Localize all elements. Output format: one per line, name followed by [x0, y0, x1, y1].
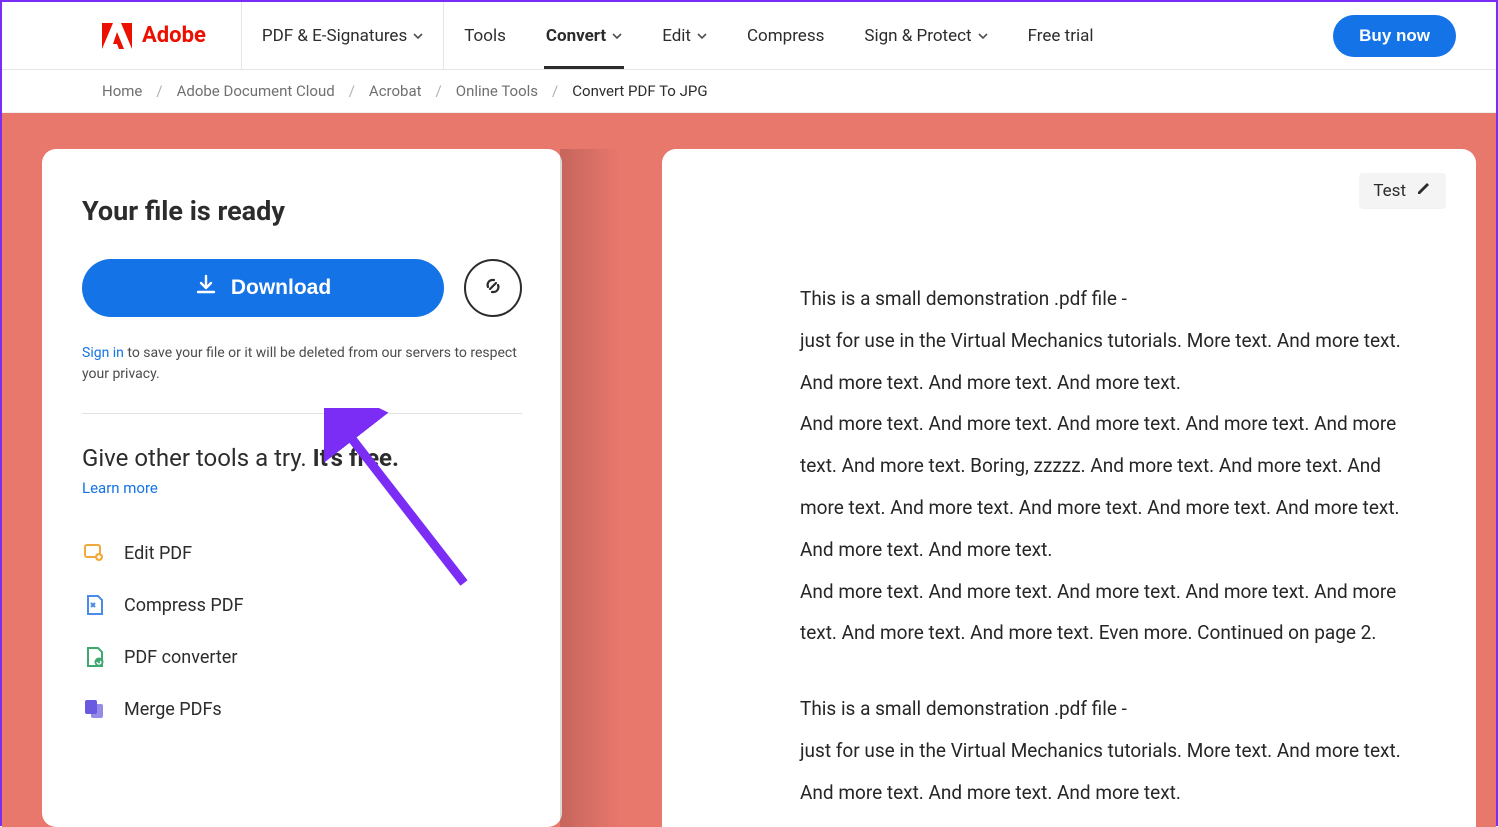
signin-note: Sign in to save your file or it will be … [82, 343, 522, 385]
filename-chip[interactable]: Test [1359, 173, 1446, 208]
brand[interactable]: Adobe [102, 2, 242, 70]
nav-tools[interactable]: Tools [443, 2, 526, 69]
crumb-separator: / [156, 82, 162, 100]
crumb-online-tools[interactable]: Online Tools [456, 82, 538, 100]
doc-line: And more text. And more text. And more t… [800, 571, 1420, 655]
crumb-separator: / [349, 82, 355, 100]
crumb-acrobat[interactable]: Acrobat [369, 82, 422, 100]
doc-line: And more text. And more text. And more t… [800, 403, 1420, 570]
nav-convert[interactable]: Convert [526, 2, 642, 69]
nav-compress[interactable]: Compress [727, 2, 844, 69]
crumb-doc-cloud[interactable]: Adobe Document Cloud [177, 82, 335, 100]
crumb-separator: / [552, 82, 558, 100]
result-panel: Your file is ready Download Sign in to s… [42, 149, 562, 827]
signin-link[interactable]: Sign in [82, 345, 124, 361]
document-preview: This is a small demonstration .pdf file … [800, 278, 1420, 814]
chevron-down-icon [978, 31, 988, 41]
tool-compress-pdf[interactable]: Compress PDF [82, 579, 522, 631]
nav-items: PDF & E-Signatures Tools Convert Edit Co… [242, 2, 1114, 69]
tool-label: PDF converter [124, 647, 237, 668]
download-row: Download [82, 259, 522, 317]
chevron-down-icon [697, 31, 707, 41]
download-icon [195, 274, 217, 302]
crumb-separator: / [436, 82, 442, 100]
nav-label: Free trial [1028, 26, 1094, 46]
brand-name: Adobe [142, 23, 206, 48]
crumb-home[interactable]: Home [102, 82, 142, 100]
tool-merge-pdfs[interactable]: Merge PDFs [82, 683, 522, 735]
tool-pdf-converter[interactable]: PDF converter [82, 631, 522, 683]
preview-panel: Test This is a small demonstration .pdf … [662, 149, 1476, 827]
tools-heading-a: Give other tools a try. [82, 444, 313, 472]
pencil-icon [1416, 180, 1432, 201]
top-nav: Adobe PDF & E-Signatures Tools Convert E… [2, 2, 1496, 70]
copy-link-button[interactable] [464, 259, 522, 317]
tool-label: Compress PDF [124, 595, 244, 616]
breadcrumb: Home / Adobe Document Cloud / Acrobat / … [2, 70, 1496, 113]
tools-heading-b: It's free. [313, 444, 399, 472]
tools-heading: Give other tools a try. It's free. [82, 444, 522, 472]
nav-label: Sign & Protect [864, 26, 971, 46]
nav-pdf-esignatures[interactable]: PDF & E-Signatures [242, 2, 443, 69]
doc-line: just for use in the Virtual Mechanics tu… [800, 320, 1420, 404]
pdf-converter-icon [82, 645, 106, 669]
download-label: Download [231, 276, 331, 300]
stage: Your file is ready Download Sign in to s… [2, 113, 1496, 827]
compress-pdf-icon [82, 593, 106, 617]
download-button[interactable]: Download [82, 259, 444, 317]
learn-more-link[interactable]: Learn more [82, 479, 158, 497]
doc-line: This is a small demonstration .pdf file … [800, 688, 1420, 730]
doc-line: just for use in the Virtual Mechanics tu… [800, 730, 1420, 814]
buy-now-button[interactable]: Buy now [1333, 15, 1456, 57]
nav-edit[interactable]: Edit [642, 2, 727, 69]
signin-rest: to save your file or it will be deleted … [82, 345, 517, 382]
tool-label: Edit PDF [124, 543, 192, 564]
adobe-logo-icon [102, 23, 132, 49]
page-title: Your file is ready [82, 195, 522, 227]
merge-pdfs-icon [82, 697, 106, 721]
nav-sign-protect[interactable]: Sign & Protect [844, 2, 1007, 69]
nav-label: Tools [464, 26, 506, 46]
filename-label: Test [1373, 181, 1406, 201]
doc-line: This is a small demonstration .pdf file … [800, 278, 1420, 320]
chevron-down-icon [413, 31, 423, 41]
chevron-down-icon [612, 31, 622, 41]
nav-label: Edit [662, 26, 691, 46]
nav-free-trial[interactable]: Free trial [1008, 2, 1114, 69]
nav-label: Compress [747, 26, 824, 46]
tool-label: Merge PDFs [124, 699, 222, 720]
tool-edit-pdf[interactable]: Edit PDF [82, 527, 522, 579]
crumb-current: Convert PDF To JPG [572, 82, 707, 100]
nav-label: Convert [546, 26, 606, 46]
link-icon [481, 274, 505, 302]
edit-pdf-icon [82, 541, 106, 565]
divider [82, 413, 522, 414]
nav-label: PDF & E-Signatures [262, 26, 407, 46]
